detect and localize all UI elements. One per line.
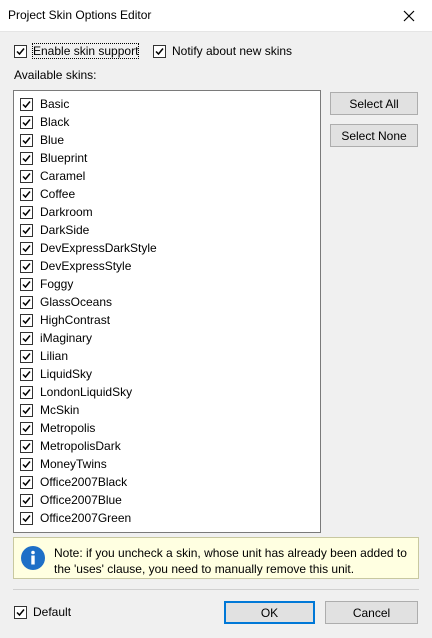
skin-label: Blueprint: [40, 151, 88, 165]
notify-new-skins-checkbox[interactable]: Notify about new skins: [153, 44, 292, 58]
skin-checkbox[interactable]: [20, 421, 33, 435]
checkbox[interactable]: [14, 44, 27, 58]
skin-label: Basic: [40, 97, 70, 111]
skin-list-item[interactable]: LondonLiquidSky: [20, 383, 132, 401]
select-none-label: Select None: [341, 128, 407, 143]
title-bar: Project Skin Options Editor: [0, 0, 432, 32]
select-all-button[interactable]: Select All: [330, 92, 418, 115]
skin-checkbox[interactable]: [20, 205, 33, 219]
skin-checkbox[interactable]: [20, 187, 33, 201]
skin-label: Metropolis: [40, 421, 96, 435]
skin-list-item[interactable]: Caramel: [20, 167, 85, 185]
skin-label: McSkin: [40, 403, 80, 417]
skin-label: DevExpressDarkStyle: [40, 241, 157, 255]
skin-list-item[interactable]: Basic: [20, 95, 69, 113]
skin-checkbox[interactable]: [20, 403, 33, 417]
enable-skin-support-label: Enable skin support: [31, 43, 140, 59]
skin-label: LiquidSky: [40, 367, 93, 381]
skin-label: DevExpressStyle: [40, 259, 132, 273]
skin-list-item[interactable]: Office2007Black: [20, 473, 127, 491]
skin-checkbox[interactable]: [20, 169, 33, 183]
notify-new-skins-label: Notify about new skins: [172, 44, 293, 58]
ok-button[interactable]: OK: [224, 601, 315, 624]
skin-checkbox[interactable]: [20, 457, 33, 471]
skin-list-item[interactable]: MoneyTwins: [20, 455, 107, 473]
skin-checkbox[interactable]: [20, 241, 33, 255]
skin-checkbox[interactable]: [20, 223, 33, 237]
skin-checkbox[interactable]: [20, 493, 33, 507]
skin-label: Office2007Green: [40, 511, 132, 525]
skin-checkbox[interactable]: [20, 115, 33, 129]
skin-label: Office2007Black: [40, 475, 128, 489]
skin-list-item[interactable]: DevExpressStyle: [20, 257, 131, 275]
skin-checklist[interactable]: Basic Black Blue Blueprint Caramel Coffee Dark…: [13, 90, 321, 533]
skin-list-item[interactable]: DevExpressDarkStyle: [20, 239, 157, 257]
skin-checkbox[interactable]: [20, 259, 33, 273]
skin-label: DarkSide: [40, 223, 90, 237]
close-button[interactable]: [386, 0, 432, 31]
skin-list-item[interactable]: Foggy: [20, 275, 73, 293]
available-skins-label: Available skins:: [14, 68, 97, 82]
enable-skin-support-checkbox[interactable]: Enable skin support: [14, 43, 140, 59]
skin-list-item[interactable]: Coffee: [20, 185, 75, 203]
skin-label: HighContrast: [40, 313, 111, 327]
skin-label: LondonLiquidSky: [40, 385, 133, 399]
skin-label: iMaginary: [40, 331, 93, 345]
skin-label: Darkroom: [40, 205, 93, 219]
skin-list-item[interactable]: Office2007Green: [20, 509, 131, 527]
skin-label: Black: [40, 115, 70, 129]
window-title: Project Skin Options Editor: [8, 8, 152, 22]
skin-label: Foggy: [40, 277, 74, 291]
skin-list-item[interactable]: GlassOceans: [20, 293, 112, 311]
skin-list-item[interactable]: Office2007Blue: [20, 491, 122, 509]
ok-label: OK: [260, 605, 279, 620]
skin-list-item[interactable]: Metropolis: [20, 419, 95, 437]
skin-label: MoneyTwins: [40, 457, 107, 471]
skin-list-item[interactable]: Blue: [20, 131, 64, 149]
cancel-button[interactable]: Cancel: [325, 601, 418, 624]
skin-checkbox[interactable]: [20, 367, 33, 381]
default-label: Default: [33, 605, 72, 619]
skin-label: Office2007Blue: [40, 493, 122, 507]
note-text: Note: if you uncheck a skin, whose unit …: [54, 546, 407, 576]
skin-list-item[interactable]: MetropolisDark: [20, 437, 121, 455]
checkbox[interactable]: [14, 605, 27, 619]
close-icon: [403, 10, 415, 21]
checkbox[interactable]: [153, 44, 166, 58]
skin-checkbox[interactable]: [20, 97, 33, 111]
skin-list-item[interactable]: Lilian: [20, 347, 68, 365]
note-panel: Note: if you uncheck a skin, whose unit …: [13, 537, 419, 579]
skin-list-item[interactable]: HighContrast: [20, 311, 110, 329]
skin-label: GlassOceans: [40, 295, 113, 309]
divider: [13, 589, 419, 590]
info-icon: [21, 546, 45, 570]
skin-label: MetropolisDark: [40, 439, 121, 453]
skin-list-item[interactable]: McSkin: [20, 401, 79, 419]
skin-list-item[interactable]: LiquidSky: [20, 365, 92, 383]
cancel-label: Cancel: [352, 605, 391, 620]
skin-checkbox[interactable]: [20, 313, 33, 327]
skin-label: Lilian: [40, 349, 69, 363]
skin-checkbox[interactable]: [20, 511, 33, 525]
skin-checkbox[interactable]: [20, 349, 33, 363]
skin-checkbox[interactable]: [20, 295, 33, 309]
skin-label: Blue: [40, 133, 65, 147]
default-checkbox[interactable]: Default: [14, 605, 71, 619]
skin-checkbox[interactable]: [20, 331, 33, 345]
skin-checkbox[interactable]: [20, 151, 33, 165]
skin-list-item[interactable]: DarkSide: [20, 221, 89, 239]
skin-checkbox[interactable]: [20, 133, 33, 147]
skin-checkbox[interactable]: [20, 475, 33, 489]
skin-list-item[interactable]: Darkroom: [20, 203, 93, 221]
skin-list-item[interactable]: Black: [20, 113, 69, 131]
skin-list-item[interactable]: Blueprint: [20, 149, 87, 167]
skin-label: Coffee: [40, 187, 76, 201]
skin-checkbox[interactable]: [20, 385, 33, 399]
skin-list-item[interactable]: iMaginary: [20, 329, 92, 347]
select-none-button[interactable]: Select None: [330, 124, 418, 147]
skin-checkbox[interactable]: [20, 277, 33, 291]
skin-label: Caramel: [40, 169, 86, 183]
skin-checkbox[interactable]: [20, 439, 33, 453]
select-all-label: Select All: [349, 96, 399, 111]
